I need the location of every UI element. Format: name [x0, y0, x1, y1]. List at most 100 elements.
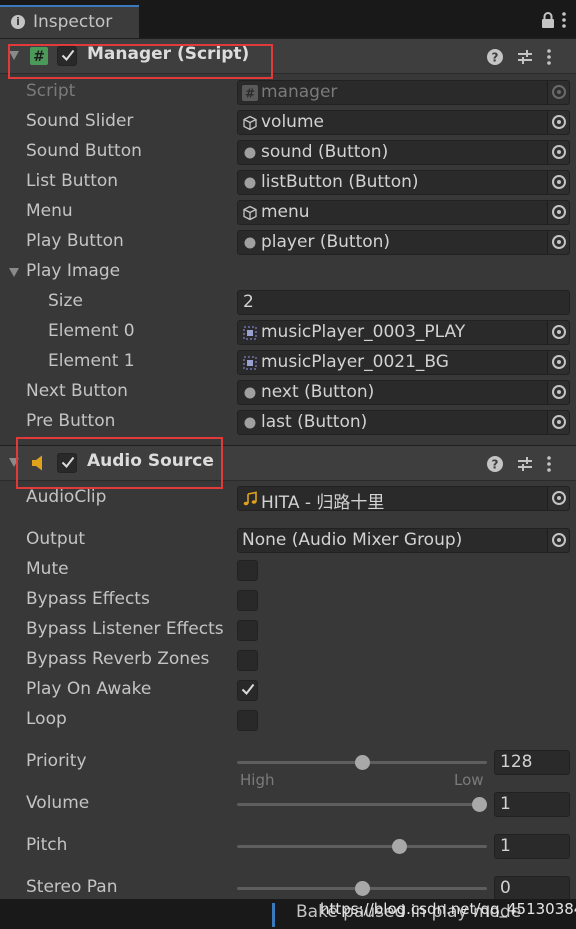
list-button-label: List Button [26, 171, 119, 191]
bypass-listener-label: Bypass Listener Effects [26, 619, 224, 639]
pitch-field[interactable]: 1 [494, 834, 570, 859]
gameobject-cube-icon [243, 205, 257, 221]
svg-text:?: ? [492, 458, 499, 472]
mute-checkbox[interactable] [237, 560, 258, 581]
sprite-icon [243, 326, 257, 340]
play-on-awake-row: Play On Awake [0, 676, 576, 706]
lock-icon[interactable] [541, 12, 555, 28]
preset-sliders-icon[interactable] [516, 455, 534, 473]
check-icon [61, 49, 75, 62]
stereo-pan-slider-knob[interactable] [354, 881, 370, 896]
object-picker-icon[interactable] [547, 351, 569, 374]
music-note-icon [243, 491, 257, 506]
output-field[interactable]: None (Audio Mixer Group) [237, 528, 570, 553]
sound-button-field[interactable]: sound (Button) [237, 140, 570, 165]
manager-foldout-icon[interactable] [9, 51, 19, 60]
status-separator [272, 903, 275, 927]
play-image-label[interactable]: Play Image [26, 261, 120, 281]
object-picker-icon [547, 81, 569, 104]
priority-row: Priority High Low 128 [0, 748, 576, 790]
stereo-pan-field[interactable]: 0 [494, 876, 570, 901]
element-0-label: Element 0 [48, 321, 135, 341]
play-image-row[interactable]: Play Image [0, 258, 576, 288]
object-picker-icon[interactable] [547, 111, 569, 134]
component-dot-icon [244, 177, 256, 189]
bypass-listener-checkbox[interactable] [237, 620, 258, 641]
element-1-row: Element 1 musicPlayer_0021_BG [0, 348, 576, 378]
size-field[interactable]: 2 [237, 290, 570, 315]
check-icon [61, 456, 75, 469]
element-1-field[interactable]: musicPlayer_0021_BG [237, 350, 570, 375]
bypass-effects-label: Bypass Effects [26, 589, 150, 609]
help-icon[interactable]: ? [486, 455, 504, 473]
object-picker-icon[interactable] [547, 201, 569, 224]
bypass-reverb-checkbox[interactable] [237, 650, 258, 671]
volume-slider-knob[interactable] [472, 797, 487, 812]
play-on-awake-label: Play On Awake [26, 679, 152, 699]
svg-text:#: # [33, 49, 45, 65]
pitch-slider[interactable] [237, 845, 487, 848]
play-image-foldout-icon[interactable] [9, 268, 19, 277]
sound-slider-label: Sound Slider [26, 111, 134, 131]
check-icon [241, 683, 255, 696]
window-menu-icon[interactable] [561, 12, 567, 28]
component-menu-icon[interactable] [546, 48, 552, 66]
script-label: Script [26, 81, 76, 101]
object-picker-icon[interactable] [547, 321, 569, 344]
list-button-field[interactable]: listButton (Button) [237, 170, 570, 195]
audio-clip-field[interactable]: HITA - 归路十里 [237, 486, 570, 513]
priority-field[interactable]: 128 [494, 750, 570, 775]
pitch-slider-knob[interactable] [392, 839, 408, 854]
pre-button-field[interactable]: last (Button) [237, 410, 570, 435]
bypass-effects-checkbox[interactable] [237, 590, 258, 611]
next-button-field[interactable]: next (Button) [237, 380, 570, 405]
volume-field[interactable]: 1 [494, 792, 570, 817]
pre-button-label: Pre Button [26, 411, 116, 431]
menu-field[interactable]: menu [237, 200, 570, 225]
priority-max-label: Low [454, 771, 484, 789]
audio-source-enabled-checkbox[interactable] [57, 453, 77, 473]
inspector-tabbar: i Inspector [0, 0, 576, 38]
sound-button-row: Sound Button sound (Button) [0, 138, 576, 168]
bypass-reverb-label: Bypass Reverb Zones [26, 649, 210, 669]
object-picker-icon[interactable] [547, 381, 569, 404]
object-picker-icon[interactable] [547, 529, 569, 552]
size-row: Size 2 [0, 288, 576, 318]
priority-min-label: High [240, 771, 275, 789]
watermark-text: https://blog.csdn.net/qq_45130384 [320, 900, 576, 918]
audio-source-foldout-icon[interactable] [9, 458, 19, 467]
script-field: # manager [237, 80, 570, 105]
component-dot-icon [244, 417, 256, 429]
script-icon: # [242, 85, 258, 101]
component-dot-icon [244, 387, 256, 399]
sound-slider-row: Sound Slider volume [0, 108, 576, 138]
next-button-row: Next Button next (Button) [0, 378, 576, 408]
element-0-field[interactable]: musicPlayer_0003_PLAY [237, 320, 570, 345]
object-picker-icon[interactable] [547, 487, 569, 510]
element-0-row: Element 0 musicPlayer_0003_PLAY [0, 318, 576, 348]
sound-slider-field[interactable]: volume [237, 110, 570, 135]
help-icon[interactable]: ? [486, 48, 504, 66]
svg-text:#: # [245, 87, 255, 101]
preset-sliders-icon[interactable] [516, 48, 534, 66]
object-picker-icon[interactable] [547, 171, 569, 194]
next-button-label: Next Button [26, 381, 128, 401]
play-button-field[interactable]: player (Button) [237, 230, 570, 255]
priority-slider-knob[interactable] [354, 755, 370, 770]
inspector-tab-label: Inspector [33, 12, 113, 32]
size-label: Size [48, 291, 83, 311]
object-picker-icon[interactable] [547, 411, 569, 434]
volume-slider[interactable] [237, 803, 487, 806]
inspector-tab[interactable]: i Inspector [0, 5, 139, 38]
manager-enabled-checkbox[interactable] [57, 46, 77, 66]
manager-component-header[interactable]: # Manager (Script) ? [0, 38, 576, 74]
manager-title: Manager (Script) [87, 44, 250, 64]
gameobject-cube-icon [243, 115, 257, 131]
component-menu-icon[interactable] [546, 455, 552, 473]
loop-checkbox[interactable] [237, 710, 258, 731]
object-picker-icon[interactable] [547, 141, 569, 164]
svg-text:?: ? [492, 51, 499, 65]
object-picker-icon[interactable] [547, 231, 569, 254]
audio-source-component-header[interactable]: Audio Source ? [0, 445, 576, 481]
play-on-awake-checkbox[interactable] [237, 680, 258, 701]
